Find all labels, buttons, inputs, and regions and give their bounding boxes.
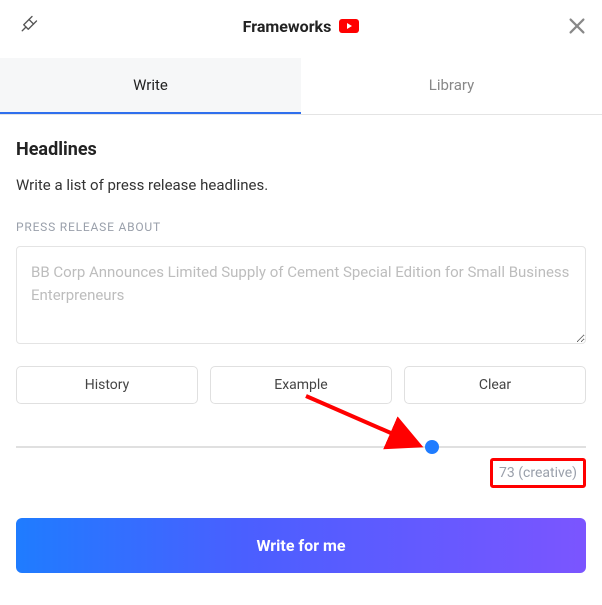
slider-thumb[interactable] bbox=[425, 440, 439, 454]
clear-button[interactable]: Clear bbox=[404, 366, 586, 404]
modal-title-row: Frameworks bbox=[243, 17, 360, 36]
tab-library[interactable]: Library bbox=[301, 58, 602, 114]
content-area: Headlines Write a list of press release … bbox=[0, 115, 602, 573]
slider-track bbox=[16, 446, 586, 448]
section-description: Write a list of press release headlines. bbox=[16, 176, 586, 194]
action-button-row: History Example Clear bbox=[16, 366, 586, 404]
modal-header: Frameworks bbox=[0, 0, 602, 52]
example-button[interactable]: Example bbox=[210, 366, 392, 404]
press-release-input[interactable] bbox=[16, 246, 586, 344]
slider-value-label: 73 (creative) bbox=[490, 458, 586, 488]
close-icon[interactable] bbox=[566, 15, 588, 37]
tab-write[interactable]: Write bbox=[0, 58, 301, 114]
section-title: Headlines bbox=[16, 139, 586, 160]
tabs: Write Library bbox=[0, 58, 602, 115]
creativity-slider[interactable]: 73 (creative) bbox=[16, 442, 586, 486]
input-label: PRESS RELEASE ABOUT bbox=[16, 220, 586, 234]
youtube-icon[interactable] bbox=[339, 19, 359, 33]
pin-icon[interactable] bbox=[20, 15, 38, 37]
history-button[interactable]: History bbox=[16, 366, 198, 404]
modal-title: Frameworks bbox=[243, 17, 332, 36]
write-for-me-button[interactable]: Write for me bbox=[16, 518, 586, 573]
